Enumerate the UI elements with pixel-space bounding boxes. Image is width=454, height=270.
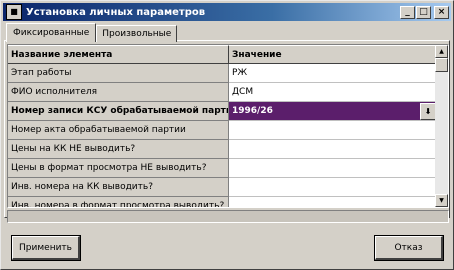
- maximize-button[interactable]: □: [416, 5, 431, 19]
- minimize-button[interactable]: _: [400, 5, 415, 19]
- param-value-cell[interactable]: [229, 197, 436, 207]
- param-value-combo[interactable]: 1996/26 ⬇: [229, 102, 436, 121]
- param-value-cell[interactable]: [229, 140, 436, 159]
- table-row[interactable]: ФИО исполнителя ДСМ: [8, 83, 436, 102]
- table-row[interactable]: Этап работы РЖ: [8, 64, 436, 83]
- param-value-cell[interactable]: ДСМ: [229, 83, 436, 102]
- param-name-cell: Цены на КК НЕ выводить?: [8, 140, 229, 159]
- scroll-up-arrow-icon[interactable]: ▲: [435, 45, 448, 58]
- table-row[interactable]: Цены на КК НЕ выводить?: [8, 140, 436, 159]
- param-value-cell[interactable]: РЖ: [229, 64, 436, 83]
- window-title: Установка личных параметров: [26, 6, 206, 18]
- table-row[interactable]: Инв. номера в формат просмотра выводить?: [8, 197, 436, 207]
- tab-fixed[interactable]: Фиксированные: [6, 23, 97, 42]
- apply-button[interactable]: Применить: [11, 235, 81, 261]
- param-name-cell: Инв. номера на КК выводить?: [8, 178, 229, 197]
- app-icon[interactable]: ■: [6, 4, 22, 20]
- param-value-cell[interactable]: [229, 159, 436, 178]
- grid-table: Название элемента Значение Этап работы Р…: [8, 45, 436, 207]
- parameters-grid[interactable]: Название элемента Значение Этап работы Р…: [7, 44, 449, 208]
- dialog-window: ■ Установка личных параметров _ □ × Фикс…: [0, 0, 454, 270]
- table-row[interactable]: Номер акта обрабатываемой партии: [8, 121, 436, 140]
- combo-value: 1996/26: [232, 106, 273, 116]
- title-bar[interactable]: ■ Установка личных параметров _ □ ×: [3, 3, 451, 21]
- close-button[interactable]: ×: [434, 5, 449, 19]
- grid-header-row: Название элемента Значение: [8, 45, 436, 64]
- dropdown-arrow-icon[interactable]: ⬇: [420, 102, 436, 120]
- column-header-name[interactable]: Название элемента: [8, 45, 229, 64]
- table-row[interactable]: Цены в формат просмотра НЕ выводить?: [8, 159, 436, 178]
- param-value-cell[interactable]: [229, 121, 436, 140]
- table-row-selected[interactable]: Номер записи КСУ обрабатываемой партии 1…: [8, 102, 436, 121]
- param-name-cell: ФИО исполнителя: [8, 83, 229, 102]
- param-name-cell: Этап работы: [8, 64, 229, 83]
- tab-strip: Фиксированные Произвольные: [6, 23, 178, 42]
- column-header-value[interactable]: Значение: [229, 45, 436, 64]
- param-name-cell: Номер записи КСУ обрабатываемой партии: [8, 102, 229, 121]
- table-row[interactable]: Инв. номера на КК выводить?: [8, 178, 436, 197]
- tab-custom[interactable]: Произвольные: [96, 25, 178, 42]
- param-name-cell: Цены в формат просмотра НЕ выводить?: [8, 159, 229, 178]
- hint-panel: [7, 210, 449, 223]
- param-name-cell: Инв. номера в формат просмотра выводить?: [8, 197, 229, 207]
- vertical-scrollbar[interactable]: ▲ ▼: [435, 45, 448, 207]
- scrollbar-thumb[interactable]: [435, 58, 448, 72]
- cancel-button[interactable]: Отказ: [374, 235, 444, 261]
- param-value-cell[interactable]: [229, 178, 436, 197]
- param-name-cell: Номер акта обрабатываемой партии: [8, 121, 229, 140]
- scroll-down-arrow-icon[interactable]: ▼: [435, 194, 448, 207]
